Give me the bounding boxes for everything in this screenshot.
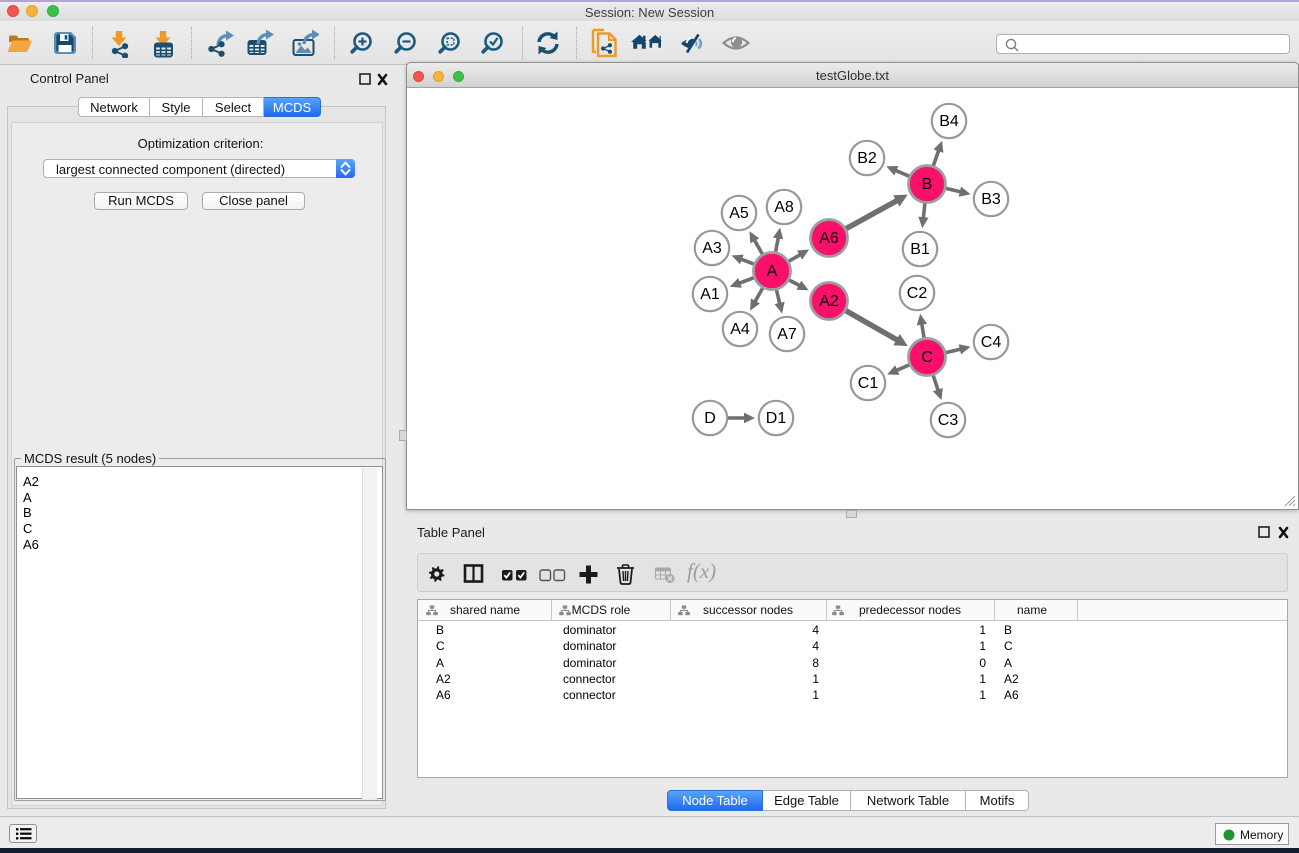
svg-text:A6: A6 (819, 230, 839, 247)
svg-text:A: A (767, 263, 778, 280)
svg-text:A2: A2 (819, 293, 839, 310)
svg-text:A3: A3 (702, 240, 722, 257)
svg-text:A4: A4 (730, 321, 750, 338)
svg-text:C3: C3 (938, 412, 959, 429)
svg-text:D: D (704, 410, 716, 427)
svg-text:A1: A1 (700, 286, 720, 303)
svg-text:B: B (922, 176, 933, 193)
svg-text:C4: C4 (981, 334, 1002, 351)
svg-text:C: C (921, 349, 933, 366)
svg-text:A7: A7 (777, 326, 797, 343)
svg-text:B1: B1 (910, 241, 930, 258)
svg-text:C1: C1 (858, 375, 879, 392)
svg-text:A8: A8 (774, 199, 794, 216)
svg-text:C2: C2 (907, 285, 928, 302)
svg-text:A5: A5 (729, 205, 749, 222)
svg-text:D1: D1 (766, 410, 787, 427)
svg-text:B2: B2 (857, 150, 877, 167)
svg-text:B3: B3 (981, 191, 1001, 208)
svg-text:B4: B4 (939, 113, 959, 130)
